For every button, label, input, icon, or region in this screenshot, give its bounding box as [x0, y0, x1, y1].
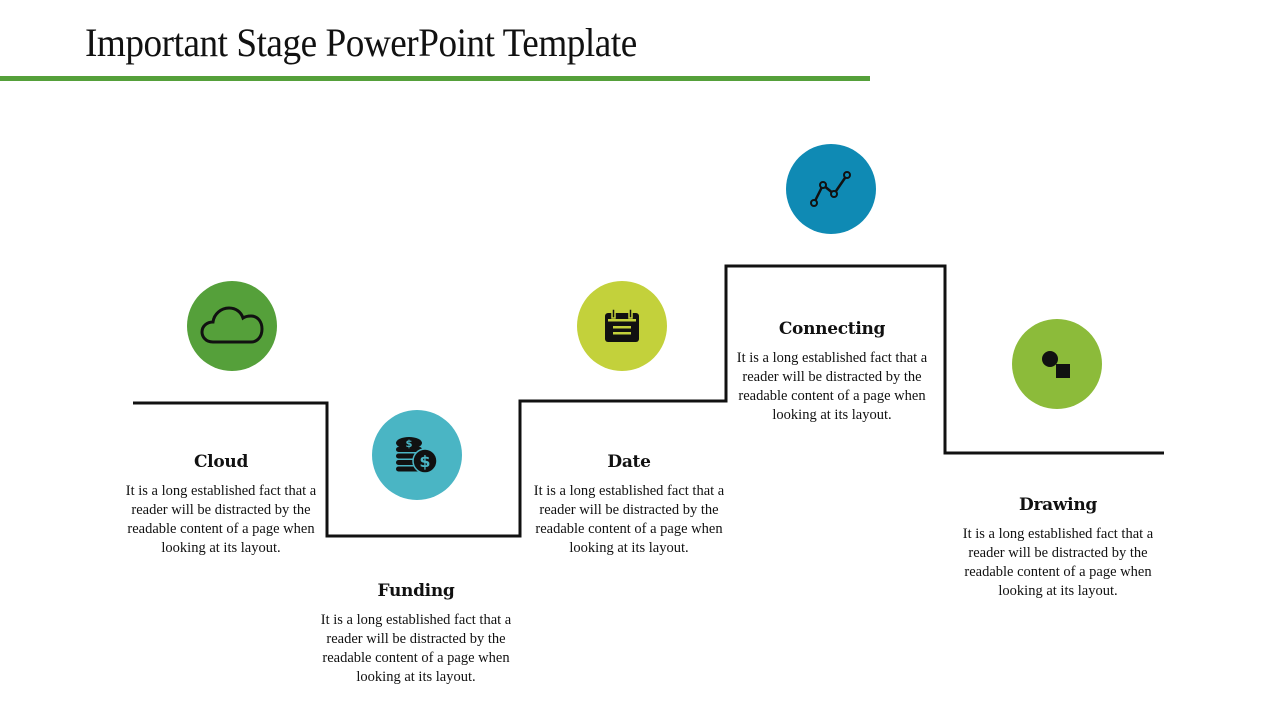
- stage-cloud-title: Cloud: [193, 452, 249, 472]
- stage-funding-title: Funding: [377, 581, 455, 601]
- stage-cloud: Cloud It is a long established fact that…: [121, 452, 321, 558]
- stage-funding-circle: $ $: [372, 410, 462, 500]
- shapes-icon: [1042, 351, 1070, 378]
- stage-connecting-title: Connecting: [778, 319, 886, 339]
- stage-date-title: Date: [607, 452, 651, 472]
- stage-drawing-circle: [1012, 319, 1102, 409]
- svg-text:$: $: [419, 452, 430, 471]
- calendar-icon: [605, 309, 639, 342]
- line-chart-icon: [810, 171, 851, 207]
- svg-text:$: $: [406, 439, 413, 450]
- stage-drawing-text: It is a long established fact that a rea…: [962, 526, 1154, 599]
- cloud-icon: [200, 306, 264, 344]
- stage-date-circle: [577, 281, 667, 371]
- stage-drawing-title: Drawing: [1019, 495, 1097, 515]
- coins-dollar-icon: $ $: [396, 437, 438, 474]
- stage-funding: Funding It is a long established fact th…: [316, 581, 516, 687]
- stage-funding-text: It is a long established fact that a rea…: [320, 612, 512, 685]
- stage-date-text: It is a long established fact that a rea…: [533, 483, 725, 556]
- stage-connecting-text: It is a long established fact that a rea…: [736, 350, 928, 423]
- stage-connecting-circle: [786, 144, 876, 234]
- stage-connecting: Connecting It is a long established fact…: [732, 319, 932, 425]
- stage-date: Date It is a long established fact that …: [529, 452, 729, 558]
- stage-cloud-text: It is a long established fact that a rea…: [125, 483, 317, 556]
- stage-cloud-circle: [187, 281, 277, 371]
- stage-drawing: Drawing It is a long established fact th…: [958, 495, 1158, 601]
